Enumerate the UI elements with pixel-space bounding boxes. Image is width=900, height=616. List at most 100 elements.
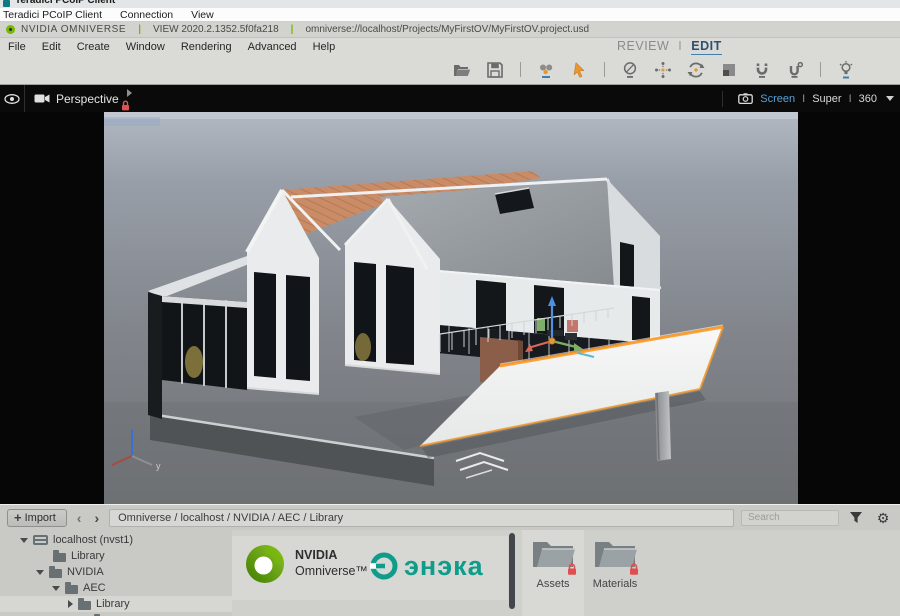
caret-down-icon[interactable] <box>20 538 28 543</box>
toolbar-divider <box>820 62 821 77</box>
content-item-materials[interactable]: Materials <box>584 530 646 616</box>
toolbar-divider <box>520 62 521 77</box>
menu-advanced[interactable]: Advanced <box>240 41 305 53</box>
tree-item-library[interactable]: Library <box>0 548 232 564</box>
import-plus-icon: + <box>14 511 22 524</box>
menu-edit[interactable]: Edit <box>34 41 69 53</box>
tree-item-label: AEC <box>83 582 106 594</box>
viewport-panel: Perspective Screen I Super I 360 <box>0 85 900 504</box>
dropdown-caret-icon[interactable] <box>886 96 894 101</box>
main-toolbar <box>0 55 900 85</box>
camera-lock-icon[interactable] <box>121 100 130 111</box>
capture-screen-option[interactable]: Screen <box>760 93 795 105</box>
visibility-menu-button[interactable] <box>0 85 25 112</box>
move-tool-button[interactable] <box>653 60 673 80</box>
scale-tool-button[interactable] <box>719 60 739 80</box>
import-label: Import <box>25 512 56 524</box>
menu-rendering[interactable]: Rendering <box>173 41 240 53</box>
rotate-tool-icon <box>686 60 706 80</box>
scrollbar-thumb[interactable] <box>509 533 515 609</box>
eneca-logo: энэка <box>370 552 484 580</box>
simulation-icon <box>536 60 556 80</box>
viewport-header: Perspective Screen I Super I 360 <box>0 85 900 112</box>
vendor-banner: NVIDIA Omniverse™ энэка <box>232 530 508 616</box>
nvidia-logo-dot-icon <box>6 25 15 34</box>
menu-view[interactable]: View <box>191 9 214 21</box>
nvidia-logo-text: NVIDIA <box>295 548 368 564</box>
space-toggle-button[interactable] <box>620 60 640 80</box>
snap-magnet-icon <box>752 60 772 80</box>
content-item-assets[interactable]: Assets <box>522 530 584 616</box>
omniverse-ring-icon <box>244 543 286 585</box>
menu-connection[interactable]: Connection <box>120 9 173 21</box>
app-status-bar: NVIDIA OMNIVERSE | VIEW 2020.2.1352.5f0f… <box>0 22 900 38</box>
gear-icon: ⚙ <box>877 511 890 525</box>
tree-item-label: localhost (nvst1) <box>53 534 133 546</box>
app-brand: NVIDIA OMNIVERSE <box>21 24 126 35</box>
scale-tool-icon <box>719 60 739 80</box>
mode-divider: I <box>678 39 682 53</box>
tab-edit[interactable]: EDIT <box>691 39 721 56</box>
axis-label: y <box>156 461 161 471</box>
select-cursor-icon <box>569 60 589 80</box>
open-file-button[interactable] <box>452 60 472 80</box>
tree-item-aec-library[interactable]: Library <box>0 596 232 612</box>
snap-settings-button[interactable] <box>785 60 805 80</box>
import-button[interactable]: + Import <box>7 509 67 527</box>
folder-tree: localhost (nvst1) Library NVIDIA AEC Lib <box>0 530 232 616</box>
search-input[interactable] <box>741 510 839 526</box>
divider: | <box>291 24 294 35</box>
move-tool-icon <box>653 60 673 80</box>
capture-controls: Screen I Super I 360 <box>722 85 894 112</box>
tree-item-localhost[interactable]: localhost (nvst1) <box>0 532 232 548</box>
capture-camera-icon[interactable] <box>738 93 753 104</box>
snap-toggle-button[interactable] <box>752 60 772 80</box>
menu-help[interactable]: Help <box>305 41 344 53</box>
tree-item-label: Library <box>96 598 130 610</box>
item-label: Materials <box>593 578 638 590</box>
eneca-logo-text: энэка <box>404 553 484 580</box>
open-folder-icon <box>452 60 472 80</box>
breadcrumb[interactable]: Omniverse / localhost / NVIDIA / AEC / L… <box>109 509 734 527</box>
simulation-tool-button[interactable] <box>536 60 556 80</box>
lighting-button[interactable] <box>836 60 856 80</box>
folder-icon <box>65 585 78 594</box>
expand-arrow-icon[interactable] <box>127 89 132 97</box>
tree-item-label: NVIDIA <box>67 566 104 578</box>
menu-file[interactable]: File <box>0 41 34 53</box>
tree-item-aec[interactable]: AEC <box>0 580 232 596</box>
menu-window[interactable]: Window <box>118 41 173 53</box>
tree-item-nvidia[interactable]: NVIDIA <box>0 564 232 580</box>
vertical-scrollbar <box>508 530 516 616</box>
tree-item-partial[interactable] <box>0 612 232 616</box>
forward-arrow-button[interactable]: › <box>91 511 102 525</box>
client-menubar: Teradici PCoIP Client Connection View <box>0 8 900 22</box>
global-space-icon <box>620 60 640 80</box>
tree-item-label: Library <box>71 550 105 562</box>
house-3d-scene: y <box>104 112 798 504</box>
back-arrow-button[interactable]: ‹ <box>74 511 85 525</box>
capture-quality-option[interactable]: Super <box>812 93 841 105</box>
menu-create[interactable]: Create <box>69 41 118 53</box>
camera-selector[interactable]: Perspective <box>25 85 135 112</box>
capture-360-option[interactable]: 360 <box>859 93 877 105</box>
folder-icon <box>49 569 62 578</box>
tab-review[interactable]: REVIEW <box>617 39 669 53</box>
teradici-app-icon <box>3 0 10 7</box>
window-titlebar: Teradici PCoIP Client <box>0 0 900 8</box>
settings-button[interactable]: ⚙ <box>873 509 893 527</box>
caret-right-icon[interactable] <box>68 600 73 608</box>
rotate-tool-button[interactable] <box>686 60 706 80</box>
nvidia-omniverse-logo: NVIDIA Omniverse™ <box>244 543 368 585</box>
viewport-render[interactable]: y <box>104 112 798 504</box>
menu-teradici[interactable]: Teradici PCoIP Client <box>3 9 102 21</box>
save-icon <box>485 60 505 80</box>
content-browser-body: localhost (nvst1) Library NVIDIA AEC Lib <box>0 530 900 616</box>
lock-badge-icon <box>628 563 640 576</box>
filter-button[interactable] <box>846 509 866 527</box>
select-tool-button[interactable] <box>569 60 589 80</box>
save-button[interactable] <box>485 60 505 80</box>
caret-down-icon[interactable] <box>36 570 44 575</box>
caret-down-icon[interactable] <box>52 586 60 591</box>
divider: | <box>138 24 141 35</box>
